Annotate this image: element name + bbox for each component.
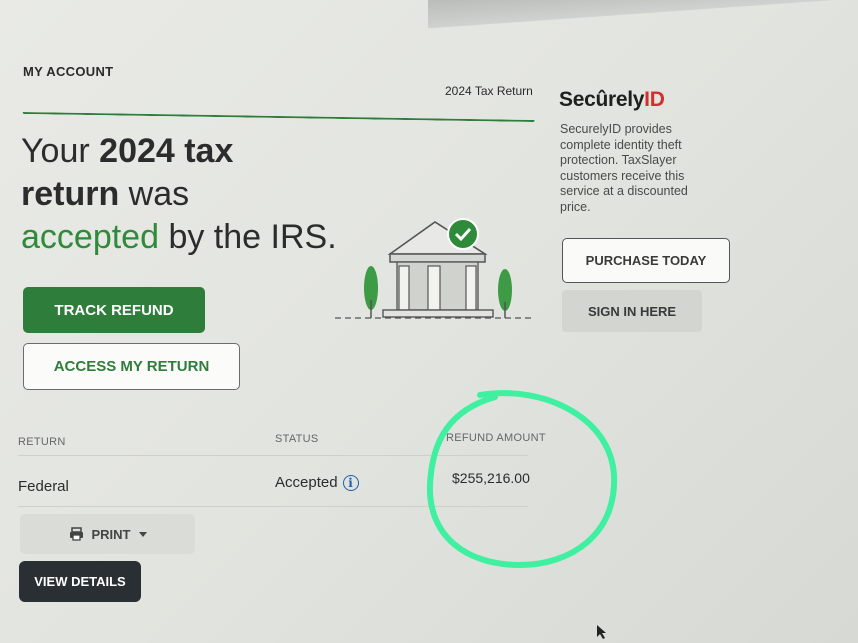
bank-icon: [335, 218, 535, 319]
status-text: Accepted: [275, 474, 338, 491]
headline-text: Your: [21, 132, 100, 170]
headline-was: was: [119, 175, 190, 213]
highlight-circle: [426, 390, 618, 569]
hero-headline: Your 2024 tax return was accepted by the…: [21, 130, 351, 259]
securelyid-logo: SecûrelyID: [559, 88, 665, 112]
printer-icon: [69, 527, 83, 541]
access-my-return-button[interactable]: ACCESS MY RETURN: [23, 343, 240, 390]
cell-status: Accepted i: [275, 474, 359, 491]
logo-main: Secûrely: [559, 88, 645, 111]
headline-year: 2024 tax: [99, 132, 234, 170]
check-icon: [447, 218, 479, 250]
column-header-status: STATUS: [275, 433, 319, 445]
page-title: MY ACCOUNT: [23, 64, 114, 79]
sign-in-here-button[interactable]: SIGN IN HERE: [562, 290, 702, 332]
headline-irs: by the IRS.: [159, 218, 337, 256]
monitor-bezel-edge: [428, 0, 858, 40]
cursor-icon: [597, 625, 606, 639]
print-button[interactable]: PRINT: [20, 514, 195, 554]
view-details-button[interactable]: VIEW DETAILS: [19, 561, 141, 602]
purchase-today-button[interactable]: PURCHASE TODAY: [562, 238, 730, 283]
logo-id: ID: [644, 88, 665, 111]
headline-return: return: [21, 175, 120, 213]
print-label: PRINT: [91, 526, 131, 542]
column-header-return: RETURN: [18, 436, 66, 448]
securelyid-description: SecurelyID provides complete identity th…: [560, 122, 688, 214]
cell-return-type: Federal: [18, 478, 69, 495]
headline-accepted: accepted: [21, 218, 159, 256]
info-icon[interactable]: i: [342, 474, 359, 491]
caret-down-icon: [138, 531, 147, 537]
track-refund-button[interactable]: TRACK REFUND: [23, 287, 205, 333]
